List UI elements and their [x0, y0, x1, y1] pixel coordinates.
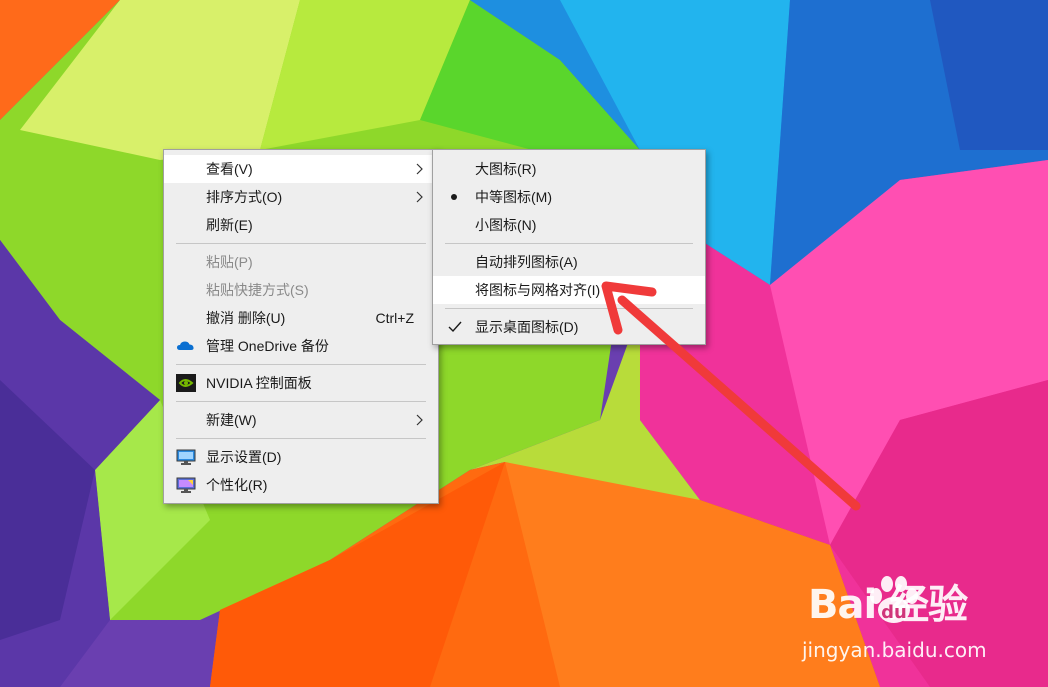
menu-separator — [445, 308, 693, 309]
checkmark-icon — [448, 321, 462, 333]
nvidia-icon — [176, 374, 196, 392]
view-submenu: 大图标(R) 中等图标(M) 小图标(N) 自动排列图标(A) 将图标与网格对齐… — [432, 149, 706, 345]
chevron-right-icon — [416, 414, 423, 426]
chevron-right-icon — [416, 191, 423, 203]
watermark-url: jingyan.baidu.com — [802, 638, 987, 662]
chevron-right-icon — [416, 163, 423, 175]
submenu-item-auto-arrange[interactable]: 自动排列图标(A) — [433, 248, 705, 276]
submenu-item-show-desktop-icons[interactable]: 显示桌面图标(D) — [433, 313, 705, 341]
submenu-item-small-icons[interactable]: 小图标(N) — [433, 211, 705, 239]
menu-item-paste[interactable]: 粘贴(P) — [164, 248, 438, 276]
radio-bullet-icon — [451, 194, 457, 200]
submenu-item-align-to-grid[interactable]: 将图标与网格对齐(I) — [433, 276, 705, 304]
menu-separator — [445, 243, 693, 244]
menu-item-refresh[interactable]: 刷新(E) — [164, 211, 438, 239]
menu-separator — [176, 243, 426, 244]
menu-separator — [176, 438, 426, 439]
menu-item-sort-by[interactable]: 排序方式(O) — [164, 183, 438, 211]
paw-icon: du — [870, 576, 918, 623]
menu-item-view[interactable]: 查看(V) — [164, 155, 438, 183]
personalize-icon — [176, 477, 196, 493]
onedrive-cloud-icon — [177, 341, 194, 350]
menu-item-paste-shortcut[interactable]: 粘贴快捷方式(S) — [164, 276, 438, 304]
svg-text:du: du — [881, 602, 907, 623]
shortcut-label: Ctrl+Z — [375, 310, 415, 326]
menu-item-undo-delete[interactable]: 撤消 删除(U) Ctrl+Z — [164, 304, 438, 332]
menu-item-personalize[interactable]: 个性化(R) — [164, 471, 438, 499]
submenu-item-large-icons[interactable]: 大图标(R) — [433, 155, 705, 183]
menu-item-display-settings[interactable]: 显示设置(D) — [164, 443, 438, 471]
desktop-context-menu: 查看(V) 排序方式(O) 刷新(E) 粘贴(P) 粘贴快捷方式(S) 撤消 删… — [163, 149, 439, 504]
menu-separator — [176, 364, 426, 365]
menu-item-new[interactable]: 新建(W) — [164, 406, 438, 434]
display-icon — [176, 449, 196, 465]
menu-separator — [176, 401, 426, 402]
menu-item-onedrive-backup[interactable]: 管理 OneDrive 备份 — [164, 332, 438, 360]
menu-item-nvidia-control-panel[interactable]: NVIDIA 控制面板 — [164, 369, 438, 397]
submenu-item-medium-icons[interactable]: 中等图标(M) — [433, 183, 705, 211]
baidu-jingyan-watermark: Bai 经验 du jingyan.baidu.com — [802, 572, 1038, 672]
